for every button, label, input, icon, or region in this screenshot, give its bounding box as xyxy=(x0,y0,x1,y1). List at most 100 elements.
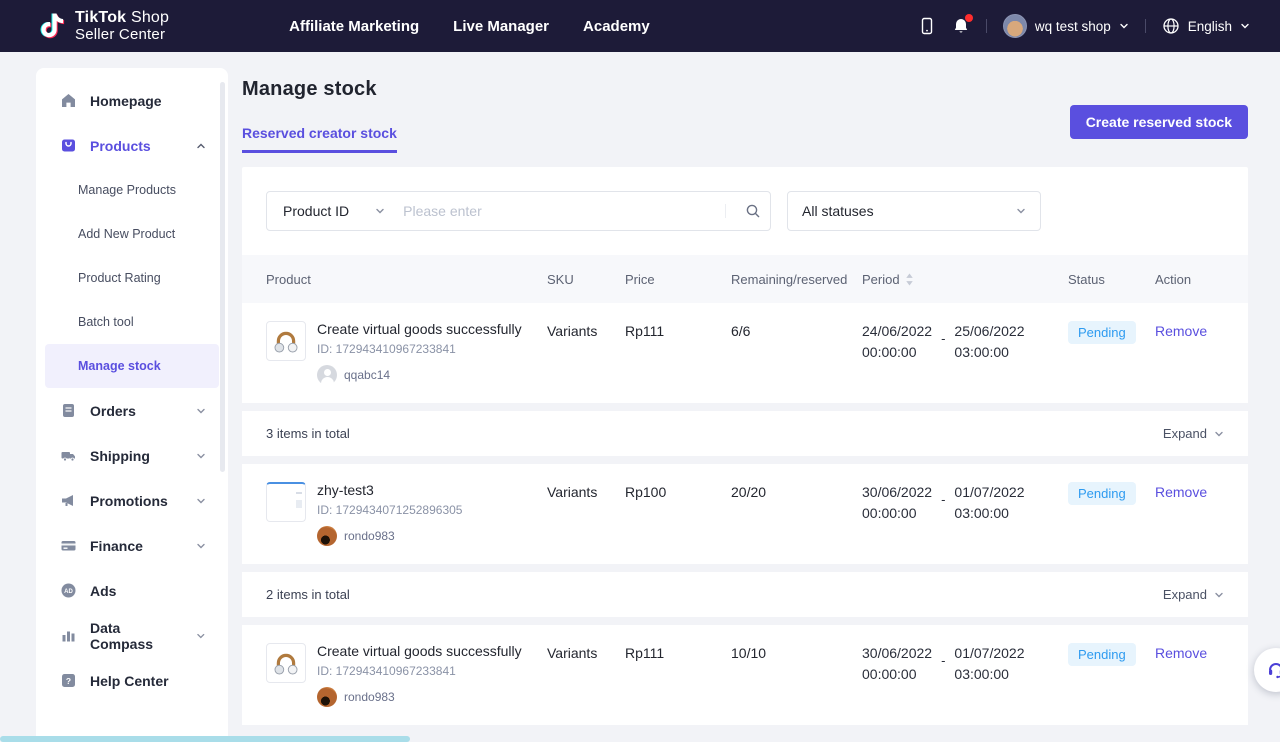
period-start-date: 24/06/2022 xyxy=(862,321,932,342)
sidebar-subitem-product-rating[interactable]: Product Rating xyxy=(36,256,228,300)
logo-seller-center: Seller Center xyxy=(75,27,169,44)
status-badge: Pending xyxy=(1068,643,1136,666)
col-price: Price xyxy=(625,272,731,287)
logo-text: TikTok Shop Seller Center xyxy=(75,9,169,44)
chevron-down-icon xyxy=(1214,590,1224,600)
remove-button[interactable]: Remove xyxy=(1155,321,1224,339)
sidebar-item-homepage[interactable]: Homepage xyxy=(36,78,228,123)
group-footer: 2 items in total Expand xyxy=(242,572,1248,617)
group-gap xyxy=(242,456,1248,464)
notification-badge xyxy=(965,14,973,22)
create-reserved-stock-button[interactable]: Create reserved stock xyxy=(1070,105,1248,139)
price-value: Rp111 xyxy=(625,643,731,661)
sidebar-item-label: Promotions xyxy=(90,493,168,509)
status-badge: Pending xyxy=(1068,482,1136,505)
creator-avatar xyxy=(317,526,337,546)
expand-button[interactable]: Expand xyxy=(1163,426,1224,441)
period-separator: - xyxy=(941,643,945,685)
tab-reserved-creator-stock[interactable]: Reserved creator stock xyxy=(242,125,397,153)
sidebar-item-label: Homepage xyxy=(90,93,162,109)
nav-live-manager[interactable]: Live Manager xyxy=(453,18,549,35)
sidebar-item-finance[interactable]: Finance xyxy=(36,523,228,568)
tiktok-shop-logo[interactable]: TikTok Shop Seller Center xyxy=(40,9,169,44)
sidebar-subitem-manage-stock[interactable]: Manage stock xyxy=(45,344,219,388)
creator-name: qqabc14 xyxy=(344,368,390,382)
language-selector[interactable]: English xyxy=(1162,17,1250,35)
chevron-down-icon xyxy=(1240,21,1250,31)
main-content: Manage stock Create reserved stock Reser… xyxy=(242,68,1248,742)
remove-button[interactable]: Remove xyxy=(1155,643,1224,661)
sort-icon[interactable] xyxy=(905,273,914,286)
period-end-time: 03:00:00 xyxy=(954,342,1024,363)
remaining-value: 10/10 xyxy=(731,643,862,661)
sidebar-item-label: Help Center xyxy=(90,673,169,689)
group-gap xyxy=(242,617,1248,625)
chevron-down-icon xyxy=(1119,21,1129,31)
table-header: Product SKU Price Remaining/reserved Per… xyxy=(242,255,1248,303)
nav-affiliate-marketing[interactable]: Affiliate Marketing xyxy=(289,18,419,35)
topbar: TikTok Shop Seller Center Affiliate Mark… xyxy=(0,0,1280,52)
sidebar-item-label: Orders xyxy=(90,403,136,419)
product-cell: Create virtual goods successfully ID: 17… xyxy=(266,321,547,385)
chevron-down-icon xyxy=(196,451,206,461)
topbar-divider xyxy=(1145,19,1146,33)
sidebar: Homepage Products Manage Products Add Ne… xyxy=(36,68,228,742)
sidebar-item-shipping[interactable]: Shipping xyxy=(36,433,228,478)
search-field-selector[interactable]: Product ID xyxy=(267,203,385,219)
sidebar-item-products[interactable]: Products xyxy=(36,123,228,168)
customer-support-button[interactable] xyxy=(1254,648,1280,692)
product-cell: Create virtual goods successfully ID: 17… xyxy=(266,643,547,707)
remove-button[interactable]: Remove xyxy=(1155,482,1224,500)
period-cell: 30/06/202200:00:00 - 01/07/202203:00:00 xyxy=(862,643,1068,685)
sku-value: Variants xyxy=(547,482,625,500)
col-period: Period xyxy=(862,272,1068,287)
sidebar-item-help-center[interactable]: ? Help Center xyxy=(36,658,228,703)
credit-card-icon xyxy=(60,537,77,554)
input-divider xyxy=(725,204,726,218)
stock-table-card: Product ID All statuses Product SKU Pric… xyxy=(242,167,1248,725)
sidebar-item-label: Ads xyxy=(90,583,116,599)
sidebar-subitem-manage-products[interactable]: Manage Products xyxy=(36,168,228,212)
filter-bar: Product ID All statuses xyxy=(242,167,1248,255)
period-end-time: 03:00:00 xyxy=(954,503,1024,524)
status-badge: Pending xyxy=(1068,321,1136,344)
status-filter-select[interactable]: All statuses xyxy=(787,191,1041,231)
sku-value: Variants xyxy=(547,643,625,661)
col-product: Product xyxy=(266,272,547,287)
search-input[interactable] xyxy=(385,203,725,219)
product-name: Create virtual goods successfully xyxy=(317,643,522,659)
mobile-app-icon[interactable] xyxy=(918,17,936,35)
col-status: Status xyxy=(1068,272,1155,287)
sidebar-item-data-compass[interactable]: Data Compass xyxy=(36,613,228,658)
period-start-time: 00:00:00 xyxy=(862,664,932,685)
svg-text:?: ? xyxy=(66,676,71,686)
sidebar-scrollbar[interactable] xyxy=(220,82,225,472)
sidebar-item-promotions[interactable]: Promotions xyxy=(36,478,228,523)
period-start-date: 30/06/2022 xyxy=(862,482,932,503)
sidebar-item-orders[interactable]: Orders xyxy=(36,388,228,433)
sidebar-subitem-batch-tool[interactable]: Batch tool xyxy=(36,300,228,344)
truck-icon xyxy=(60,447,77,464)
headset-icon xyxy=(1266,660,1280,680)
sidebar-item-ads[interactable]: AD Ads xyxy=(36,568,228,613)
items-count: 3 items in total xyxy=(266,426,350,441)
chevron-down-icon xyxy=(196,631,206,641)
chevron-down-icon xyxy=(196,406,206,416)
headphones-product-image xyxy=(266,643,306,683)
shop-avatar xyxy=(1003,14,1027,38)
search-icon[interactable] xyxy=(736,192,770,230)
product-id: ID: 172943410967233841 xyxy=(317,342,522,356)
items-count: 2 items in total xyxy=(266,587,350,602)
period-separator: - xyxy=(941,482,945,524)
product-cell: zhy-test3 ID: 1729434071252896305 rondo9… xyxy=(266,482,547,546)
nav-academy[interactable]: Academy xyxy=(583,18,650,35)
creator: rondo983 xyxy=(317,526,462,546)
shop-switcher[interactable]: wq test shop xyxy=(1003,14,1129,38)
horizontal-scrollbar[interactable] xyxy=(0,736,410,742)
period-start-date: 30/06/2022 xyxy=(862,643,932,664)
notifications-bell-icon[interactable] xyxy=(952,17,970,35)
expand-button[interactable]: Expand xyxy=(1163,587,1224,602)
col-sku: SKU xyxy=(547,272,625,287)
sidebar-subitem-add-new-product[interactable]: Add New Product xyxy=(36,212,228,256)
globe-icon xyxy=(1162,17,1180,35)
